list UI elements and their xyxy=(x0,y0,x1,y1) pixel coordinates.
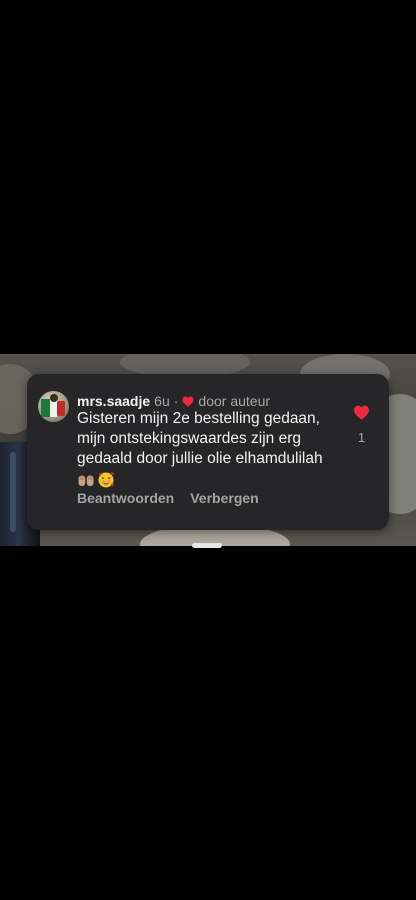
like-count: 1 xyxy=(357,430,366,445)
username[interactable]: mrs.saadje xyxy=(77,392,150,410)
author-badge: door auteur xyxy=(198,393,271,409)
comment-card: mrs.saadje 6u · door auteur Gisteren mij… xyxy=(27,374,389,530)
sheet-handle[interactable] xyxy=(192,543,222,548)
like-heart-icon[interactable] xyxy=(353,405,370,420)
comment-header: mrs.saadje 6u · door auteur xyxy=(77,392,270,410)
avatar-figure xyxy=(50,394,58,402)
comment-text: Gisteren mijn 2e bestelling gedaan, mijn… xyxy=(77,410,323,467)
comment-body: Gisteren mijn 2e bestelling gedaan, mijn… xyxy=(77,409,339,490)
comment-actions: Beantwoorden Verbergen xyxy=(77,489,259,507)
avatar-flag-part xyxy=(57,401,65,416)
heart-icon xyxy=(182,396,194,407)
avatar[interactable] xyxy=(38,391,69,422)
avatar-flag-part xyxy=(41,399,50,417)
smiling-face-with-hearts-icon xyxy=(98,472,114,488)
hands-icon xyxy=(78,475,94,486)
timestamp: 6u xyxy=(154,393,170,409)
separator: · xyxy=(173,393,179,409)
hide-button[interactable]: Verbergen xyxy=(190,489,258,507)
reply-button[interactable]: Beantwoorden xyxy=(77,489,174,507)
emoji-row xyxy=(77,470,339,490)
